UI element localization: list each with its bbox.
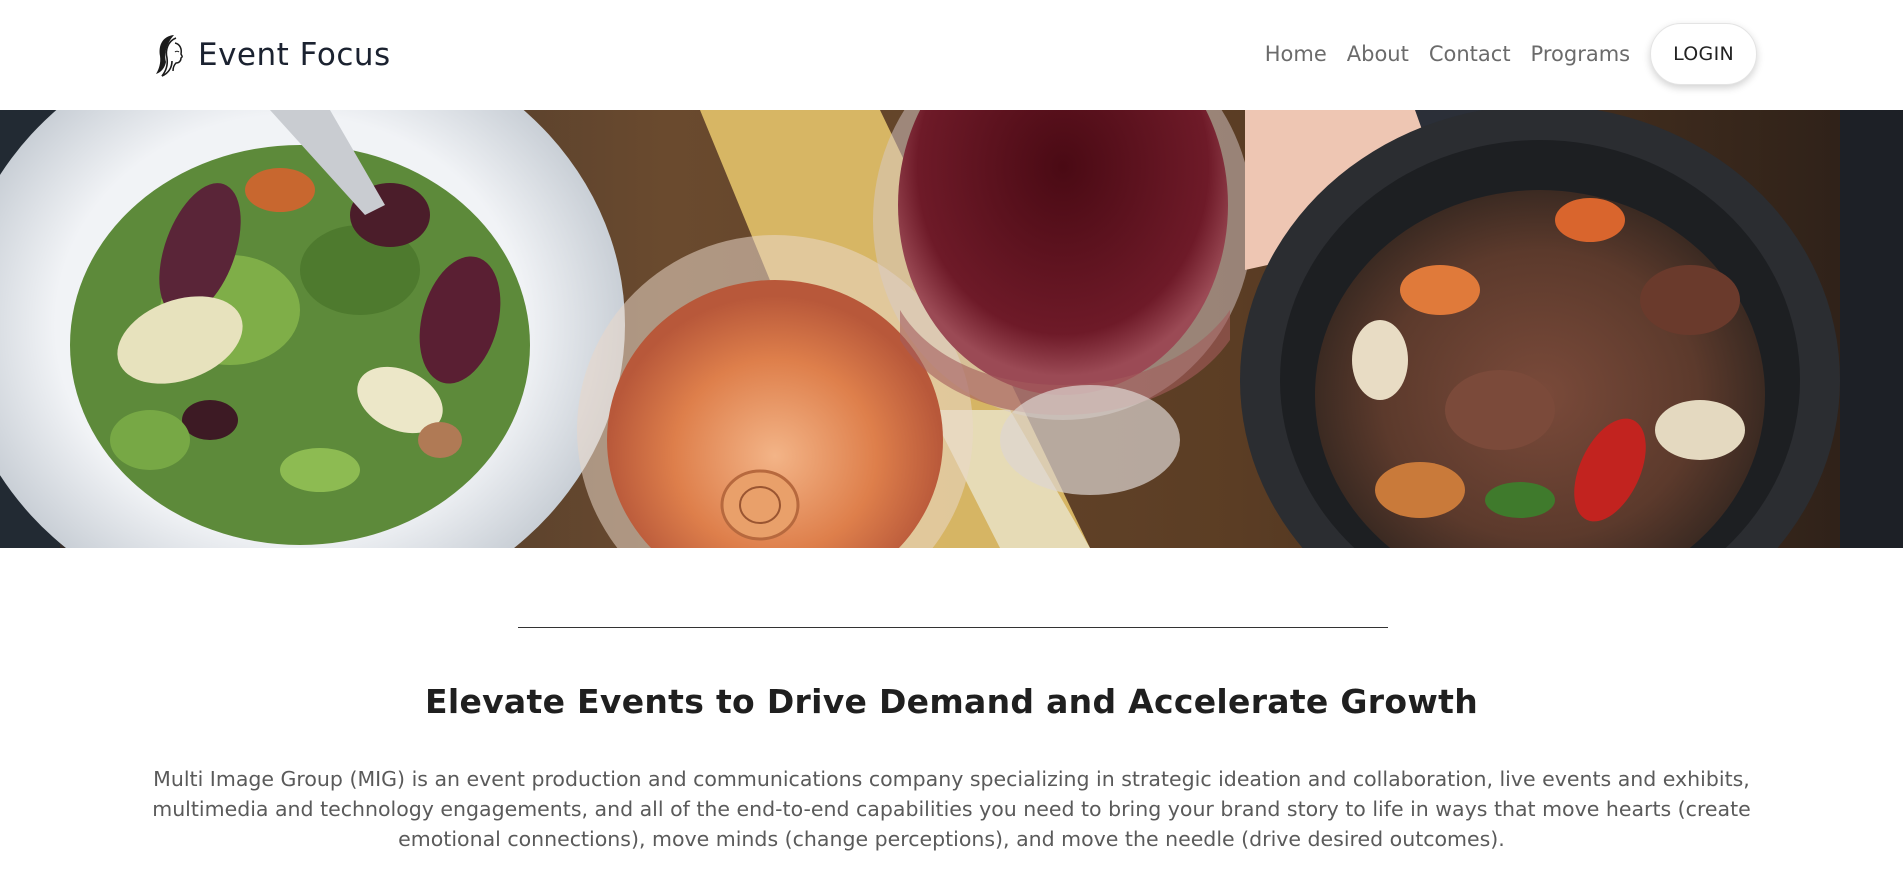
- hero-image: [0, 110, 1903, 548]
- site-header: Event Focus Home About Contact Programs …: [0, 0, 1903, 110]
- nav-programs[interactable]: Programs: [1531, 42, 1631, 66]
- intro-paragraph: Multi Image Group (MIG) is an event prod…: [152, 767, 1751, 851]
- food-and-wine-illustration: [0, 110, 1903, 548]
- login-button[interactable]: LOGIN: [1650, 23, 1757, 85]
- page-headline: Elevate Events to Drive Demand and Accel…: [424, 682, 1478, 721]
- nav-about[interactable]: About: [1347, 42, 1409, 66]
- brand-name: Event Focus: [198, 37, 391, 73]
- nav-contact[interactable]: Contact: [1429, 42, 1511, 66]
- main-nav: Home About Contact Programs LOGIN: [1265, 22, 1757, 86]
- brand-link[interactable]: Event Focus: [154, 30, 391, 80]
- woman-profile-icon: [156, 35, 183, 77]
- section-divider: [518, 627, 1388, 628]
- nav-home[interactable]: Home: [1265, 42, 1327, 66]
